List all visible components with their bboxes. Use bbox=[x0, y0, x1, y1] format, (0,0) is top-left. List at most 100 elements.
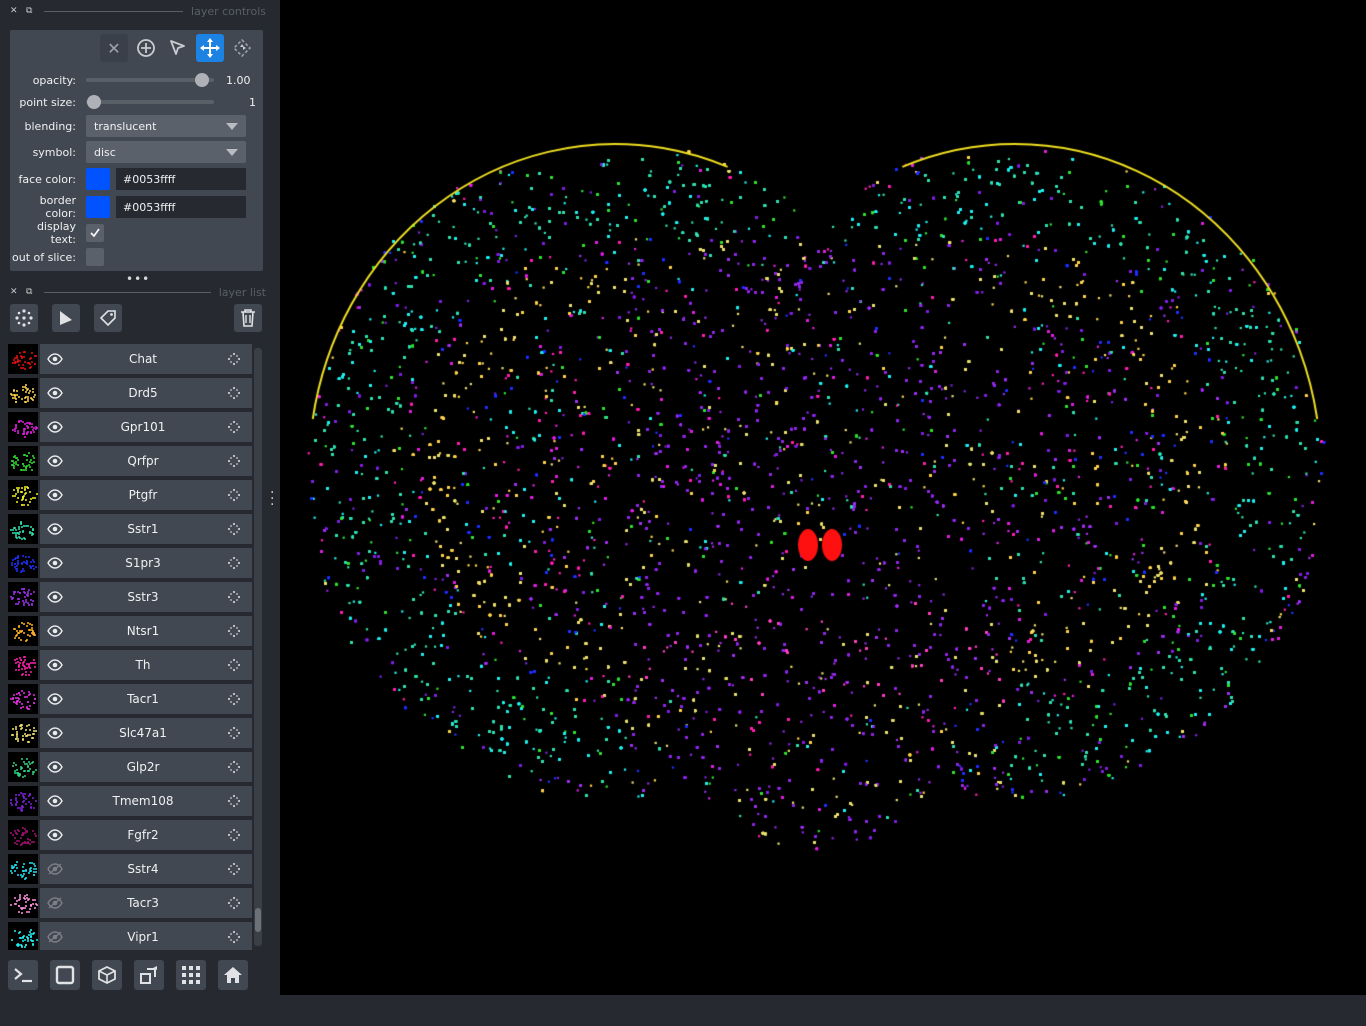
layer-name[interactable]: Chat bbox=[70, 352, 216, 366]
scrollbar-handle[interactable] bbox=[255, 908, 261, 932]
grid-mode-button[interactable] bbox=[176, 960, 206, 990]
face-color-swatch[interactable] bbox=[86, 168, 110, 190]
face-color-field[interactable]: #0053ffff bbox=[116, 168, 246, 190]
layer-row[interactable]: Tmem108 bbox=[8, 786, 252, 816]
point-size-slider-handle[interactable] bbox=[87, 95, 101, 109]
layer-name[interactable]: Gpr101 bbox=[70, 420, 216, 434]
eye-icon[interactable] bbox=[40, 387, 70, 399]
eye-hidden-icon[interactable] bbox=[40, 897, 70, 909]
layer-row[interactable]: Ptgfr bbox=[8, 480, 252, 510]
layer-row[interactable]: Slc47a1 bbox=[8, 718, 252, 748]
transform-button[interactable] bbox=[228, 34, 256, 62]
float-dock-icon[interactable]: ⧉ bbox=[26, 287, 36, 297]
eye-icon[interactable] bbox=[40, 829, 70, 841]
layer-name[interactable]: Drd5 bbox=[70, 386, 216, 400]
eye-icon[interactable] bbox=[40, 761, 70, 773]
layer-row[interactable]: Tacr1 bbox=[8, 684, 252, 714]
eye-icon[interactable] bbox=[40, 489, 70, 501]
layer-name[interactable]: Tacr3 bbox=[70, 896, 216, 910]
dock-resize-handle[interactable]: · · · bbox=[270, 486, 274, 512]
eye-icon[interactable] bbox=[40, 795, 70, 807]
eye-icon[interactable] bbox=[40, 353, 70, 365]
layer-name[interactable]: Th bbox=[70, 658, 216, 672]
layer-row[interactable]: Sstr1 bbox=[8, 514, 252, 544]
eye-icon[interactable] bbox=[40, 693, 70, 705]
eye-icon[interactable] bbox=[40, 523, 70, 535]
layer-item-body[interactable]: Ntsr1 bbox=[40, 616, 252, 646]
layer-item-body[interactable]: Glp2r bbox=[40, 752, 252, 782]
layer-row[interactable]: Vipr1 bbox=[8, 922, 252, 950]
ndisplay-button[interactable] bbox=[50, 960, 80, 990]
layer-name[interactable]: Glp2r bbox=[70, 760, 216, 774]
delete-selected-points-button[interactable]: ✕ bbox=[100, 34, 128, 62]
opacity-slider[interactable] bbox=[86, 69, 214, 91]
layer-name[interactable]: Qrfpr bbox=[70, 454, 216, 468]
layer-item-body[interactable]: Gpr101 bbox=[40, 412, 252, 442]
layer-item-body[interactable]: Sstr4 bbox=[40, 854, 252, 884]
new-shapes-layer-button[interactable] bbox=[52, 304, 80, 332]
point-size-slider[interactable] bbox=[86, 91, 214, 113]
layer-item-body[interactable]: Tmem108 bbox=[40, 786, 252, 816]
eye-icon[interactable] bbox=[40, 727, 70, 739]
border-color-swatch[interactable] bbox=[86, 196, 110, 218]
layer-name[interactable]: Slc47a1 bbox=[70, 726, 216, 740]
layer-row[interactable]: Glp2r bbox=[8, 752, 252, 782]
layer-item-body[interactable]: Drd5 bbox=[40, 378, 252, 408]
viewer-canvas[interactable] bbox=[280, 0, 1366, 995]
layer-name[interactable]: S1pr3 bbox=[70, 556, 216, 570]
layer-name[interactable]: Sstr1 bbox=[70, 522, 216, 536]
new-points-layer-button[interactable] bbox=[10, 304, 38, 332]
layer-row[interactable]: Gpr101 bbox=[8, 412, 252, 442]
layer-item-body[interactable]: Fgfr2 bbox=[40, 820, 252, 850]
layer-item-body[interactable]: Sstr1 bbox=[40, 514, 252, 544]
layer-name[interactable]: Sstr4 bbox=[70, 862, 216, 876]
eye-icon[interactable] bbox=[40, 625, 70, 637]
layer-name[interactable]: Vipr1 bbox=[70, 930, 216, 944]
layer-row[interactable]: Ntsr1 bbox=[8, 616, 252, 646]
layer-row[interactable]: S1pr3 bbox=[8, 548, 252, 578]
layer-name[interactable]: Ntsr1 bbox=[70, 624, 216, 638]
layer-item-body[interactable]: Slc47a1 bbox=[40, 718, 252, 748]
layer-name[interactable]: Tacr1 bbox=[70, 692, 216, 706]
layer-row[interactable]: Chat bbox=[8, 344, 252, 374]
layer-name[interactable]: Fgfr2 bbox=[70, 828, 216, 842]
close-dock-icon[interactable]: ✕ bbox=[10, 6, 20, 16]
reset-view-button[interactable] bbox=[218, 960, 248, 990]
toggle-3d-button[interactable] bbox=[92, 960, 122, 990]
layer-row[interactable]: Th bbox=[8, 650, 252, 680]
layer-item-body[interactable]: Ptgfr bbox=[40, 480, 252, 510]
eye-icon[interactable] bbox=[40, 659, 70, 671]
layer-row[interactable]: Drd5 bbox=[8, 378, 252, 408]
layer-row[interactable]: Qrfpr bbox=[8, 446, 252, 476]
layer-row[interactable]: Sstr3 bbox=[8, 582, 252, 612]
blending-dropdown[interactable]: translucent bbox=[86, 115, 246, 137]
layer-row[interactable]: Tacr3 bbox=[8, 888, 252, 918]
close-dock-icon[interactable]: ✕ bbox=[10, 287, 20, 297]
layer-item-body[interactable]: S1pr3 bbox=[40, 548, 252, 578]
border-color-field[interactable]: #0053ffff bbox=[116, 196, 246, 218]
layer-item-body[interactable]: Tacr1 bbox=[40, 684, 252, 714]
layer-row[interactable]: Sstr4 bbox=[8, 854, 252, 884]
add-points-button[interactable] bbox=[132, 34, 160, 62]
layer-name[interactable]: Ptgfr bbox=[70, 488, 216, 502]
eye-icon[interactable] bbox=[40, 421, 70, 433]
pan-zoom-button[interactable] bbox=[196, 34, 224, 62]
float-dock-icon[interactable]: ⧉ bbox=[26, 6, 36, 16]
layer-name[interactable]: Sstr3 bbox=[70, 590, 216, 604]
eye-icon[interactable] bbox=[40, 591, 70, 603]
symbol-dropdown[interactable]: disc bbox=[86, 141, 246, 163]
new-labels-layer-button[interactable] bbox=[94, 304, 122, 332]
layer-item-body[interactable]: Qrfpr bbox=[40, 446, 252, 476]
layer-item-body[interactable]: Chat bbox=[40, 344, 252, 374]
eye-hidden-icon[interactable] bbox=[40, 931, 70, 943]
opacity-slider-handle[interactable] bbox=[195, 73, 209, 87]
eye-icon[interactable] bbox=[40, 455, 70, 467]
layer-item-body[interactable]: Sstr3 bbox=[40, 582, 252, 612]
eye-icon[interactable] bbox=[40, 557, 70, 569]
eye-hidden-icon[interactable] bbox=[40, 863, 70, 875]
roll-dims-button[interactable] bbox=[134, 960, 164, 990]
layer-list-scrollbar[interactable] bbox=[254, 348, 262, 946]
delete-layer-button[interactable] bbox=[234, 304, 262, 332]
layer-name[interactable]: Tmem108 bbox=[70, 794, 216, 808]
layer-item-body[interactable]: Th bbox=[40, 650, 252, 680]
